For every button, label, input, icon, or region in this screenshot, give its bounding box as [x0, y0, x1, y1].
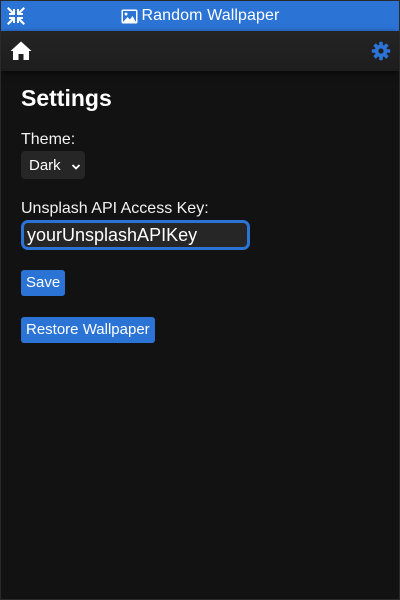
settings-panel: Settings Theme: Dark Unsplash API Access… [21, 71, 381, 343]
theme-select-value: Dark [29, 156, 61, 174]
window-title: Random Wallpaper [1, 1, 399, 31]
title-bar: Random Wallpaper [1, 1, 399, 31]
restore-wallpaper-button[interactable]: Restore Wallpaper [21, 317, 155, 343]
theme-label: Theme: [21, 131, 76, 148]
nav-bar [1, 31, 399, 71]
page-title: Settings [21, 85, 112, 111]
theme-select[interactable]: Dark [21, 151, 85, 179]
app-window: Random Wallpaper Settings Theme: Dark Un… [0, 0, 400, 600]
gear-icon[interactable] [371, 41, 391, 61]
api-key-input[interactable] [21, 220, 250, 250]
home-icon[interactable] [9, 40, 33, 62]
chevron-down-icon [71, 159, 81, 176]
window-title-text: Random Wallpaper [141, 7, 280, 24]
api-key-label: Unsplash API Access Key: [21, 200, 209, 217]
image-icon [121, 9, 138, 24]
save-button[interactable]: Save [21, 270, 66, 296]
